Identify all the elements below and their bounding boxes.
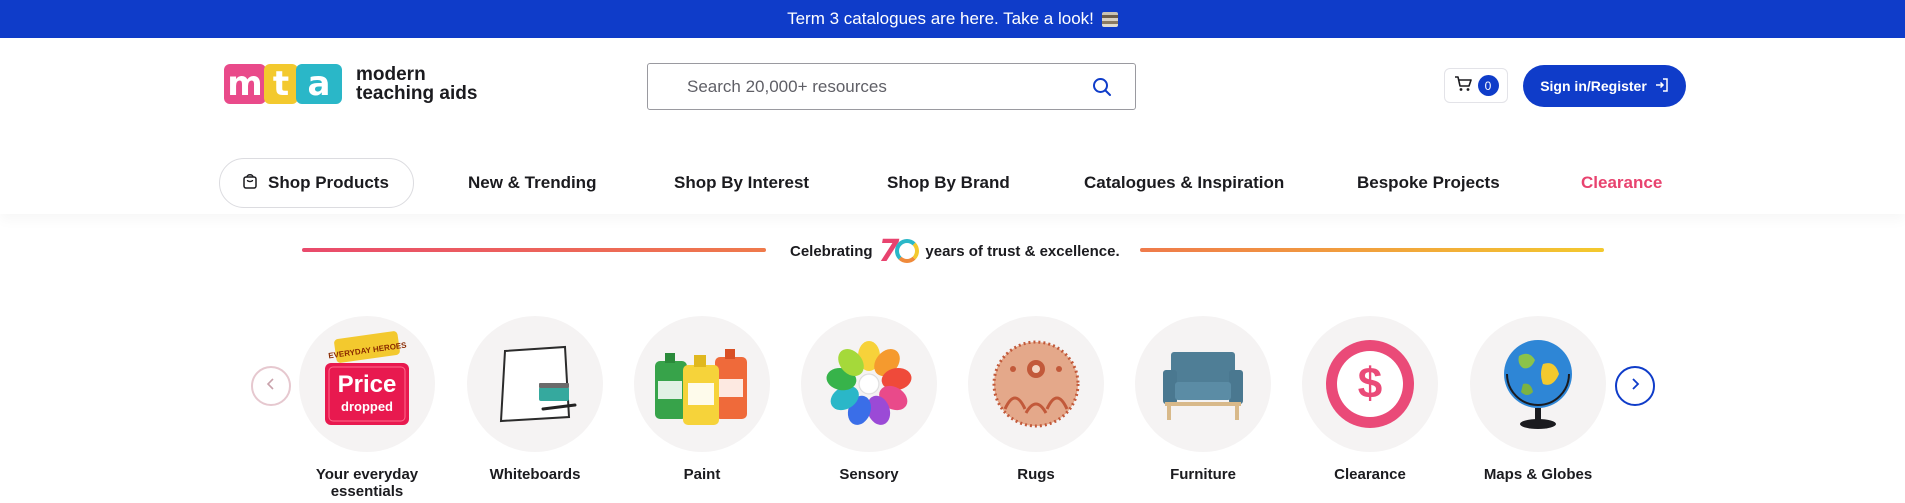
seventy-years-logo: 7 — [879, 234, 920, 269]
logo-letter-a: a — [296, 64, 342, 104]
category-label: Whiteboards — [489, 466, 581, 483]
category-image — [968, 316, 1104, 452]
carousel-prev-button[interactable] — [251, 366, 291, 406]
category-label: Maps & Globes — [1483, 466, 1593, 483]
category-image — [801, 316, 937, 452]
search-icon[interactable] — [1091, 76, 1113, 103]
logo-letter-m: m — [224, 64, 266, 104]
nav-clearance[interactable]: Clearance — [1581, 158, 1662, 208]
nav-shop-by-interest[interactable]: Shop By Interest — [674, 158, 809, 208]
category-maps-globes[interactable]: Maps & Globes — [1470, 316, 1606, 483]
gradient-divider-right — [1140, 248, 1604, 252]
main-navigation: Shop Products New & Trending Shop By Int… — [219, 158, 1689, 208]
category-label: Sensory — [839, 466, 899, 483]
site-header: m t a modern teaching aids 0 Sign in/Reg… — [0, 38, 1905, 214]
globe-icon — [1504, 340, 1572, 429]
category-carousel: EVERYDAY HEROES Price dropped Your every… — [0, 316, 1905, 503]
category-image — [1470, 316, 1606, 452]
category-image — [1135, 316, 1271, 452]
nav-new-trending[interactable]: New & Trending — [468, 158, 596, 208]
seventy-zero-ring — [895, 239, 920, 263]
category-furniture[interactable]: Furniture — [1135, 316, 1271, 483]
nav-shop-by-brand[interactable]: Shop By Brand — [887, 158, 1010, 208]
sign-in-register-button[interactable]: Sign in/Register — [1523, 65, 1686, 107]
anniversary-suffix: years of trust & excellence. — [925, 242, 1120, 260]
logo-letter-t: t — [264, 64, 298, 104]
logo-text-line2: teaching aids — [356, 83, 478, 104]
dollar-symbol: $ — [1357, 359, 1383, 408]
logo-text-line1: modern — [356, 64, 426, 85]
category-image — [634, 316, 770, 452]
paint-bottles-icon — [655, 349, 747, 425]
category-label: Your everyday essentials — [315, 466, 419, 500]
category-label: Paint — [683, 466, 721, 483]
announcement-bar[interactable]: Term 3 catalogues are here. Take a look! — [0, 0, 1905, 38]
badge-sub-text: dropped — [341, 399, 393, 414]
category-image — [467, 316, 603, 452]
logo-mark: m t a — [224, 64, 342, 104]
anniversary-prefix: Celebrating — [790, 242, 873, 260]
anniversary-text: Celebrating 7 years of trust & excellenc… — [790, 234, 1120, 269]
search-input[interactable] — [687, 76, 1067, 97]
cart-button[interactable]: 0 — [1444, 68, 1508, 103]
category-rugs[interactable]: Rugs — [968, 316, 1104, 483]
sofa-icon — [1163, 352, 1243, 420]
category-paint[interactable]: Paint — [634, 316, 770, 483]
cart-count-badge: 0 — [1477, 75, 1499, 96]
site-logo[interactable]: m t a modern teaching aids — [224, 64, 477, 104]
logo-wordmark: modern teaching aids — [356, 65, 477, 103]
announcement-text[interactable]: Term 3 catalogues are here. Take a look! — [787, 9, 1094, 29]
login-arrow-icon — [1655, 77, 1669, 95]
category-clearance[interactable]: $ Clearance — [1302, 316, 1438, 483]
category-label: Furniture — [1170, 466, 1236, 483]
gradient-divider-left — [302, 248, 766, 252]
shopping-bag-icon — [242, 173, 258, 194]
sign-in-label: Sign in/Register — [1540, 78, 1647, 94]
nav-catalogues-inspiration[interactable]: Catalogues & Inspiration — [1084, 158, 1284, 208]
nav-bespoke-projects[interactable]: Bespoke Projects — [1357, 158, 1500, 208]
category-label: Clearance — [1334, 466, 1406, 483]
pop-it-fidget-icon — [826, 341, 912, 425]
anniversary-banner: Celebrating 7 years of trust & excellenc… — [0, 234, 1905, 269]
carousel-next-button[interactable] — [1615, 366, 1655, 406]
badge-top-text: EVERYDAY HEROES — [327, 340, 407, 361]
round-rug-icon — [992, 340, 1080, 428]
category-image: $ — [1302, 316, 1438, 452]
badge-main-text: Price — [337, 371, 397, 398]
nav-shop-products[interactable]: Shop Products — [219, 158, 414, 208]
search-bar[interactable] — [647, 63, 1136, 110]
category-label: Rugs — [1017, 466, 1055, 483]
category-whiteboards[interactable]: Whiteboards — [467, 316, 603, 483]
badge-text: EVERYDAY HEROES Price dropped — [299, 316, 435, 452]
category-image: EVERYDAY HEROES Price dropped — [299, 316, 435, 452]
books-icon — [1101, 11, 1118, 27]
chevron-left-icon — [265, 377, 277, 396]
chevron-right-icon — [1629, 377, 1641, 396]
nav-label: Shop Products — [268, 173, 389, 192]
cart-icon — [1454, 75, 1472, 97]
whiteboard-icon — [499, 345, 577, 423]
category-sensory[interactable]: Sensory — [801, 316, 937, 483]
category-everyday-essentials[interactable]: EVERYDAY HEROES Price dropped Your every… — [299, 316, 435, 500]
